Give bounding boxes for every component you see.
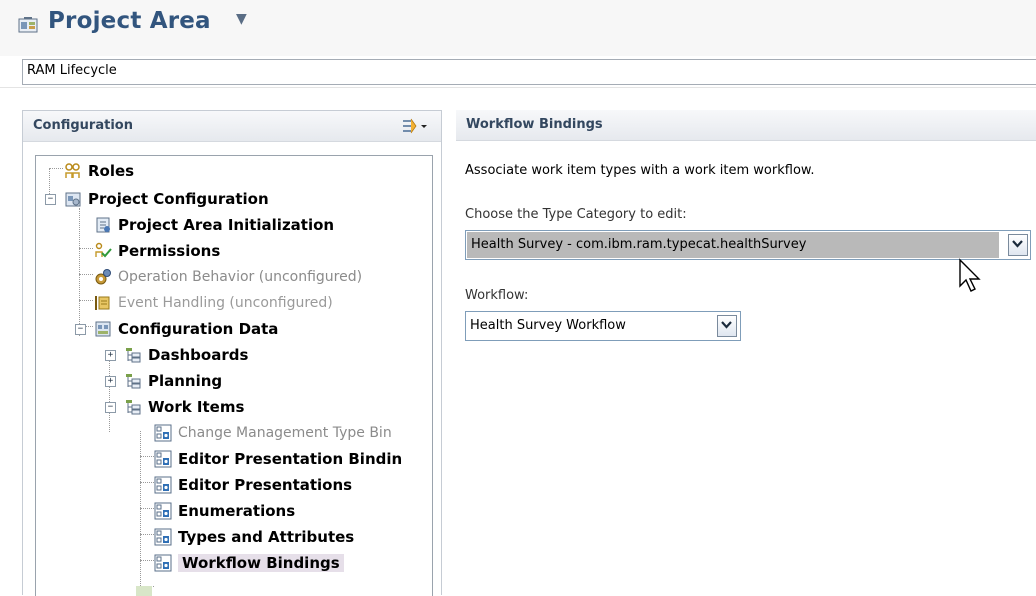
workflow-value: Health Survey Workflow	[470, 318, 626, 333]
tree-item-dashboards[interactable]: Dashboards	[124, 343, 248, 367]
collapse-toggle[interactable]: −	[45, 194, 56, 205]
tree-item-permissions[interactable]: Permissions	[94, 239, 220, 263]
tree-item-label: Editor Presentation Bindin	[178, 450, 403, 468]
tree-item-label: Project Area Initialization	[118, 216, 335, 234]
expand-toggle[interactable]: +	[105, 350, 116, 361]
type-category-selected: Health Survey - com.ibm.ram.typecat.heal…	[467, 232, 999, 258]
mouse-cursor-icon	[959, 258, 981, 292]
binding-icon	[154, 528, 172, 546]
tree-item-work-items[interactable]: Work Items	[124, 395, 244, 419]
project-area-icon	[18, 17, 38, 33]
tree-item-label: Workflow Bindings	[178, 554, 344, 572]
tree-item-project-configuration[interactable]: Project Configuration	[64, 187, 269, 211]
binding-icon	[154, 554, 172, 572]
tree-item-label: Permissions	[118, 242, 221, 260]
workflow-bindings-panel: Workflow Bindings Associate work item ty…	[456, 110, 1036, 594]
configuration-panel: Configuration Roles − Project Configurat…	[22, 110, 442, 596]
tree-item-label: Work Items	[148, 398, 245, 416]
project-name-value: RAM Lifecycle	[27, 63, 117, 78]
collapse-toggle[interactable]: −	[105, 402, 116, 413]
dashboards-icon	[126, 348, 141, 363]
event-handling-icon	[95, 296, 110, 310]
project-configuration-icon	[65, 192, 81, 207]
tree-item-types-and-attributes[interactable]: Types and Attributes	[154, 525, 354, 549]
configuration-header: Configuration	[23, 111, 441, 142]
type-category-value: Health Survey - com.ibm.ram.typecat.heal…	[471, 237, 807, 252]
tree-item-editor-presentation-bindings[interactable]: Editor Presentation Bindin	[154, 447, 402, 471]
chevron-down-icon	[1012, 240, 1023, 248]
binding-icon	[154, 450, 172, 468]
tree-item-label: Operation Behavior (unconfigured)	[118, 269, 363, 285]
tree-item-editor-presentations[interactable]: Editor Presentations	[154, 473, 352, 497]
tree-item-event-handling[interactable]: Event Handling (unconfigured)	[94, 291, 333, 315]
binding-icon	[154, 502, 172, 520]
chevron-down-icon[interactable]: ▼	[236, 11, 247, 27]
planning-icon	[126, 374, 141, 389]
workflow-select[interactable]: Health Survey Workflow	[465, 311, 741, 341]
workflow-dropdown-button[interactable]	[717, 315, 737, 337]
partial-tree-icon	[136, 586, 152, 596]
page-title: Project Area	[48, 8, 211, 34]
expand-toggle[interactable]: +	[105, 376, 116, 387]
view-menu-icon[interactable]	[399, 117, 429, 135]
tree-item-label: Event Handling (unconfigured)	[118, 295, 333, 311]
tree-item-roles[interactable]: Roles	[64, 159, 134, 183]
type-category-select[interactable]: Health Survey - com.ibm.ram.typecat.heal…	[465, 230, 1031, 260]
tree-item-label: Roles	[88, 162, 135, 180]
workflow-label: Workflow:	[465, 288, 529, 303]
binding-icon	[154, 476, 172, 494]
chevron-down-icon	[721, 321, 732, 329]
type-category-label: Choose the Type Category to edit:	[465, 207, 687, 222]
tree-item-label: Enumerations	[178, 502, 296, 520]
tree-item-workflow-bindings[interactable]: Workflow Bindings	[154, 551, 344, 575]
tree-item-label: Planning	[148, 372, 223, 390]
configuration-data-icon	[95, 321, 111, 337]
configuration-tree: Roles − Project Configuration Project Ar…	[35, 155, 433, 596]
permissions-icon	[95, 242, 112, 258]
roles-icon	[65, 163, 80, 178]
operation-behavior-icon	[95, 269, 111, 285]
workflow-bindings-header: Workflow Bindings	[456, 110, 1036, 141]
tree-item-label: Editor Presentations	[178, 476, 353, 494]
collapse-toggle[interactable]: −	[75, 324, 86, 335]
editor-header: Project Area ▼	[0, 0, 1036, 56]
tree-item-label: Dashboards	[148, 346, 249, 364]
work-items-icon	[126, 400, 141, 415]
tree-item-planning[interactable]: Planning	[124, 369, 222, 393]
tree-item-label: Configuration Data	[118, 320, 279, 338]
configuration-title: Configuration	[33, 118, 133, 133]
tree-item-enumerations[interactable]: Enumerations	[154, 499, 295, 523]
workflow-bindings-title: Workflow Bindings	[466, 117, 603, 132]
project-name-field[interactable]: RAM Lifecycle	[22, 59, 1036, 85]
tree-item-operation-behavior[interactable]: Operation Behavior (unconfigured)	[94, 265, 362, 289]
tree-item-configuration-data[interactable]: Configuration Data	[94, 317, 278, 341]
type-category-dropdown-button[interactable]	[1008, 234, 1028, 256]
binding-icon	[154, 424, 172, 442]
tree-item-label: Change Management Type Bin	[178, 425, 392, 441]
tree-item-change-management-type-bindings[interactable]: Change Management Type Bin	[154, 421, 392, 445]
tree-item-label: Project Configuration	[88, 190, 269, 208]
initialization-icon	[96, 217, 110, 233]
tree-item-project-area-initialization[interactable]: Project Area Initialization	[94, 213, 334, 237]
workflow-bindings-description: Associate work item types with a work it…	[465, 163, 815, 178]
tree-item-label: Types and Attributes	[178, 528, 355, 546]
